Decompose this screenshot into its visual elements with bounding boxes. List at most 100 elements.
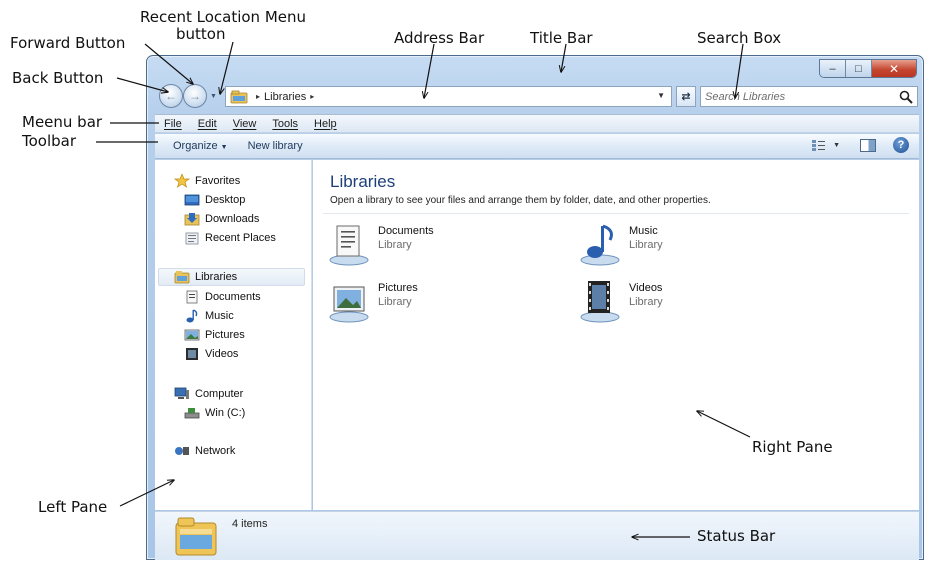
videos-icon (186, 348, 198, 360)
minimize-button[interactable]: – (820, 60, 846, 77)
music-library-icon (580, 224, 620, 266)
change-view-button[interactable]: ▼ (811, 139, 840, 152)
left-pane: Favorites Desktop Downloads Recent Place… (155, 160, 312, 510)
nav-favorites[interactable]: Favorites (174, 172, 240, 190)
nav-documents-label: Documents (205, 291, 261, 303)
downloads-icon (184, 213, 200, 226)
close-button[interactable]: ✕ (872, 60, 916, 77)
address-dropdown-icon[interactable]: ▼ (657, 91, 665, 100)
nav-music[interactable]: Music (184, 307, 234, 325)
annotation-recent-location-line1: Recent Location Menu (140, 8, 307, 26)
library-type: Library (629, 239, 663, 251)
nav-downloads-label: Downloads (205, 213, 260, 225)
library-music-text: Music Library (629, 222, 663, 252)
videos-library-icon (580, 281, 620, 323)
refresh-button[interactable]: ⇄ (676, 86, 696, 107)
music-note-icon (186, 309, 198, 323)
menu-view[interactable]: View (224, 118, 264, 130)
nav-pictures[interactable]: Pictures (184, 326, 245, 344)
menu-tools[interactable]: Tools (263, 118, 305, 130)
documents-library-icon (329, 225, 369, 266)
drive-icon (184, 408, 200, 419)
new-library-button[interactable]: New library (238, 140, 313, 152)
libraries-folder-icon (175, 517, 217, 556)
nav-win-c-label: Win (C:) (205, 407, 246, 419)
nav-desktop-label: Desktop (205, 194, 246, 206)
recent-places-icon (185, 232, 199, 245)
library-pictures[interactable]: Pictures Library (328, 279, 418, 323)
computer-icon (174, 387, 189, 399)
library-documents-text: Documents Library (378, 222, 434, 252)
nav-favorites-label: Favorites (195, 175, 241, 187)
library-videos[interactable]: Videos Library (579, 279, 663, 323)
menu-bar: File Edit View Tools Help (155, 114, 919, 133)
nav-desktop[interactable]: Desktop (184, 191, 245, 209)
preview-pane-button[interactable] (860, 138, 876, 152)
toolbar-right: ▼ ? (811, 137, 909, 153)
annotation-back-button: Back Button (12, 69, 104, 87)
library-name: Videos (629, 282, 663, 294)
libraries-folder-icon (230, 90, 248, 103)
window-controls: – □ ✕ (819, 59, 917, 78)
annotation-title-bar: Title Bar (530, 29, 593, 47)
back-button[interactable]: ← (159, 84, 183, 108)
library-type: Library (378, 296, 412, 308)
search-input[interactable] (701, 90, 898, 103)
library-type: Library (378, 239, 412, 251)
nav-libraries-label: Libraries (195, 271, 238, 283)
menu-edit[interactable]: Edit (189, 118, 224, 130)
menu-file[interactable]: File (155, 118, 189, 130)
search-box[interactable] (700, 86, 918, 107)
address-bar[interactable]: ▸ Libraries ▸ ▼ (225, 86, 672, 107)
annotation-forward-button: Forward Button (10, 34, 126, 52)
pictures-icon (184, 329, 200, 341)
forward-button[interactable]: → (183, 84, 207, 108)
status-bar: 4 items (155, 511, 919, 560)
nav-documents[interactable]: Documents (184, 288, 261, 306)
annotation-recent-location-line2: button (176, 25, 226, 43)
library-name: Pictures (378, 282, 418, 294)
annotation-right-pane: Right Pane (752, 438, 833, 456)
nav-downloads[interactable]: Downloads (184, 210, 259, 228)
organize-button[interactable]: Organize ▼ (155, 140, 238, 152)
nav-videos[interactable]: Videos (184, 345, 238, 363)
annotation-status-bar: Status Bar (697, 527, 776, 545)
nav-libraries[interactable]: Libraries (158, 268, 305, 286)
recent-locations-button[interactable]: ▼ (210, 93, 217, 100)
back-arrow-icon: ← (165, 89, 177, 103)
organize-label: Organize (173, 140, 218, 152)
views-icon (812, 139, 826, 151)
library-music[interactable]: Music Library (579, 222, 663, 266)
navigation-row: ← → ▼ ▸ Libraries ▸ ▼ ⇄ (153, 81, 918, 111)
nav-network-label: Network (195, 445, 236, 457)
library-pictures-text: Pictures Library (378, 279, 418, 309)
library-type: Library (629, 296, 663, 308)
star-icon (174, 174, 190, 188)
menu-help[interactable]: Help (305, 118, 344, 130)
chevron-down-icon: ▼ (220, 144, 228, 151)
nav-videos-label: Videos (205, 348, 239, 360)
maximize-button[interactable]: □ (846, 60, 872, 77)
page-title: Libraries (330, 172, 396, 191)
nav-network[interactable]: Network (174, 442, 235, 460)
toolbar: Organize ▼ New library ▼ ? (155, 134, 919, 159)
annotation-search-box: Search Box (697, 29, 782, 47)
right-pane: Libraries Open a library to see your fil… (313, 160, 919, 510)
annotation-left-pane: Left Pane (38, 498, 108, 516)
nav-music-label: Music (205, 310, 234, 322)
nav-computer[interactable]: Computer (174, 385, 243, 403)
library-name: Documents (378, 225, 434, 237)
search-icon[interactable] (898, 89, 914, 105)
divider (323, 213, 909, 214)
annotation-menu-bar: Meenu bar (22, 113, 103, 131)
nav-recent-places[interactable]: Recent Places (184, 229, 276, 247)
library-documents[interactable]: Documents Library (328, 222, 434, 266)
annotation-toolbar: Toolbar (22, 132, 77, 150)
help-button[interactable]: ? (893, 137, 909, 153)
chevron-down-icon: ▼ (833, 141, 840, 149)
libraries-icon (174, 271, 190, 284)
network-icon (175, 447, 189, 455)
breadcrumb-libraries[interactable]: Libraries (264, 91, 306, 103)
breadcrumb-separator[interactable]: ▸ (310, 92, 314, 101)
nav-win-c[interactable]: Win (C:) (184, 404, 245, 422)
